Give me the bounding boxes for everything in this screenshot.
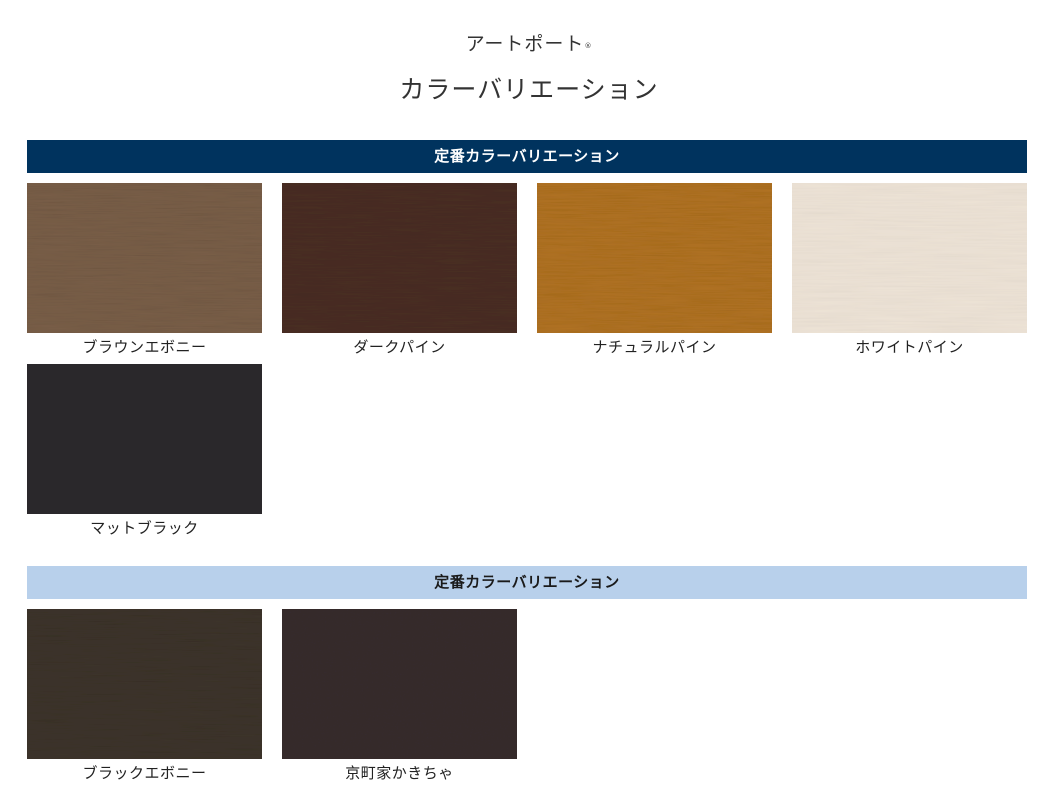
product-name: アートポート® [0,30,1058,60]
swatch-label: ナチュラルパイン [592,338,717,356]
section-header-standard-colors-2: 定番カラーバリエーション [27,566,1027,599]
swatch-texture-brown-ebony [27,183,262,333]
color-swatch-dark-pine[interactable]: ダークパイン [282,183,517,358]
swatch-texture-dark-pine [282,183,517,333]
color-swatch-black-ebony[interactable]: ブラックエボニー [27,609,262,784]
swatch-label: ホワイトパイン [855,338,964,356]
color-swatch-matt-black[interactable]: マットブラック [27,364,262,539]
color-swatch-brown-ebony[interactable]: ブラウンエボニー [27,183,262,358]
swatch-texture-natural-pine [537,183,772,333]
page-title: カラーバリエーション [399,75,659,104]
color-swatch-natural-pine[interactable]: ナチュラルパイン [537,183,772,358]
swatch-label: ブラウンエボニー [82,338,207,356]
color-swatch-kyomachiya-kakicha[interactable]: 京町家かきちゃ [282,609,517,784]
color-swatch-white-pine[interactable]: ホワイトパイン [792,183,1027,358]
product-name-text: アートポート [465,33,585,55]
swatch-texture-black-ebony [27,609,262,759]
swatch-label: 京町家かきちゃ [345,764,454,782]
registered-mark: ® [584,42,593,50]
swatch-label: マットブラック [90,519,199,537]
swatch-texture-matt-black [27,364,262,514]
swatch-label: ダークパイン [353,338,446,356]
swatch-label: ブラックエボニー [82,764,207,782]
swatch-texture-white-pine [792,183,1027,333]
section-header-standard-colors-1: 定番カラーバリエーション [27,140,1027,173]
swatch-texture-kyomachiya-kakicha [282,609,517,759]
